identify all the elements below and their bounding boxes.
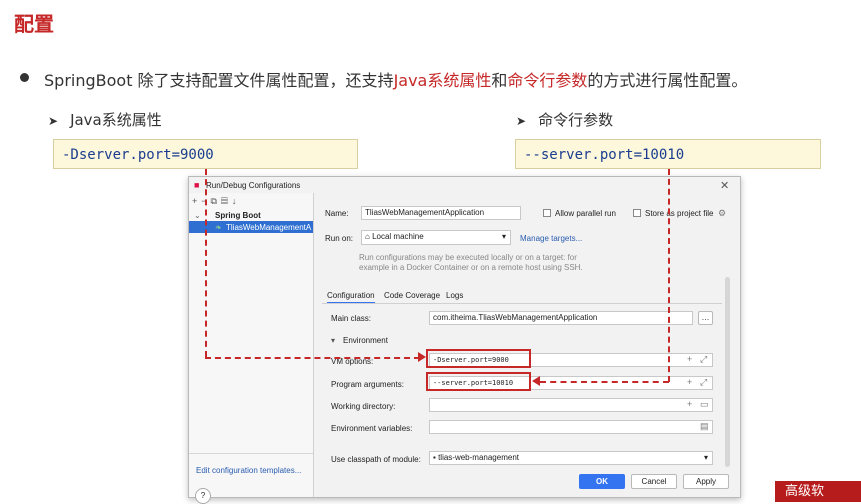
intellij-icon: ■ — [194, 180, 200, 190]
edit-templates-link[interactable]: Edit configuration templates... — [196, 466, 301, 475]
bullet-prefix: SpringBoot 除了支持配置文件属性配置，还支持 — [44, 71, 394, 90]
code-box-cmd-arg: --server.port=10010 — [515, 139, 821, 169]
add-icon[interactable]: + — [687, 399, 692, 409]
apply-button[interactable]: Apply — [683, 474, 729, 489]
run-on-label: Run on: — [325, 234, 354, 243]
tab-logs[interactable]: Logs — [446, 291, 463, 300]
arrow-icon: ➤ — [48, 114, 59, 128]
expand-icon[interactable]: ⤢ — [700, 377, 707, 388]
program-args-label: Program arguments: — [331, 380, 404, 389]
tree-item-selected[interactable]: ❧ TliasWebManagementA — [189, 221, 313, 233]
add-icon[interactable]: + — [687, 354, 692, 364]
add-icon[interactable]: + — [192, 196, 201, 206]
connector-line-right-vertical — [668, 169, 670, 382]
corner-banner: 高级软 — [775, 481, 861, 502]
gear-icon[interactable]: ⚙ — [718, 208, 726, 219]
bullet-suffix: 的方式进行属性配置。 — [587, 71, 748, 90]
spring-leaf-icon: ❧ — [215, 223, 222, 232]
env-vars-label: Environment variables: — [331, 424, 413, 433]
bullet-middle: 和 — [491, 71, 508, 90]
dialog-titlebar: ■ Run/Debug Configurations ✕ — [189, 177, 740, 193]
connector-line-right-horizontal — [540, 381, 669, 383]
allow-parallel-label: Allow parallel run — [555, 209, 616, 218]
copy-icon[interactable]: ⧉ — [211, 196, 221, 206]
working-dir-label: Working directory: — [331, 402, 396, 411]
document-icon[interactable]: ▤ — [700, 421, 709, 432]
ok-button[interactable]: OK — [579, 474, 625, 489]
store-project-checkbox[interactable] — [633, 209, 641, 217]
divider — [189, 453, 313, 454]
dialog-title: Run/Debug Configurations — [206, 181, 301, 190]
slide-title: 配置 — [14, 12, 54, 36]
chevron-down-icon[interactable]: ▾ — [331, 336, 335, 345]
run-on-select[interactable]: ⌂ Local machine ▾ — [361, 230, 511, 245]
tab-code-coverage[interactable]: Code Coverage — [384, 291, 440, 300]
bullet-highlight-cmd: 命令行参数 — [507, 71, 588, 90]
connector-line-left-horizontal — [205, 357, 420, 359]
bullet-dot — [20, 73, 29, 82]
arrow-icon: ➤ — [516, 114, 527, 128]
folder-icon[interactable]: ▭ — [700, 399, 709, 410]
home-icon: ⌂ — [365, 232, 373, 241]
left-heading: ➤ Java系统属性 — [48, 111, 162, 129]
dropdown-arrow-icon: ▾ — [703, 453, 708, 462]
cancel-button[interactable]: Cancel — [631, 474, 677, 489]
run-debug-dialog: ■ Run/Debug Configurations ✕ +−⧉▤↓ ⌄ Spr… — [188, 176, 741, 504]
working-dir-input[interactable] — [429, 398, 713, 412]
bullet-text: SpringBoot 除了支持配置文件属性配置，还支持Java系统属性和命令行参… — [44, 67, 747, 91]
right-heading: ➤ 命令行参数 — [516, 111, 614, 129]
bullet-highlight-java: Java系统属性 — [393, 71, 492, 90]
code-box-java-property: -Dserver.port=9000 — [53, 139, 358, 169]
sort-icon[interactable]: ↓ — [232, 196, 241, 206]
main-class-label: Main class: — [331, 314, 372, 323]
name-label: Name: — [325, 209, 349, 218]
environment-label: Environment — [343, 336, 388, 345]
tree-toolbar: +−⧉▤↓ — [192, 196, 240, 207]
arrow-right-icon — [418, 352, 426, 362]
chevron-down-icon[interactable]: ⌄ — [194, 211, 201, 220]
store-project-label: Store as project file — [645, 209, 714, 218]
tree-group-spring-boot[interactable]: Spring Boot — [215, 211, 261, 220]
vm-options-highlight — [426, 349, 531, 368]
expand-icon[interactable]: ⤢ — [700, 354, 707, 365]
scrollbar[interactable] — [725, 277, 730, 467]
tab-divider — [322, 303, 722, 304]
program-args-highlight — [426, 372, 531, 391]
connector-line-left-vertical — [205, 169, 207, 357]
add-icon[interactable]: + — [687, 377, 692, 387]
close-icon[interactable]: ✕ — [720, 179, 729, 192]
browse-button[interactable]: … — [698, 311, 713, 325]
tree-item-label: TliasWebManagementA — [226, 223, 312, 232]
arrow-left-icon — [532, 376, 540, 386]
folder-icon[interactable]: ▤ — [221, 196, 232, 206]
name-input[interactable]: TliasWebManagementApplication — [361, 206, 521, 220]
allow-parallel-checkbox[interactable] — [543, 209, 551, 217]
env-vars-input[interactable] — [429, 420, 713, 434]
run-on-hint: Run configurations may be executed local… — [359, 253, 583, 272]
config-tree: +−⧉▤↓ ⌄ Spring Boot ❧ TliasWebManagement… — [189, 193, 314, 504]
classpath-label: Use classpath of module: — [331, 455, 421, 464]
dropdown-arrow-icon: ▾ — [501, 232, 506, 241]
classpath-select[interactable]: ▪ tlias-web-management ▾ — [429, 451, 713, 465]
manage-targets-link[interactable]: Manage targets... — [520, 234, 582, 243]
main-class-input[interactable]: com.itheima.TliasWebManagementApplicatio… — [429, 311, 693, 325]
